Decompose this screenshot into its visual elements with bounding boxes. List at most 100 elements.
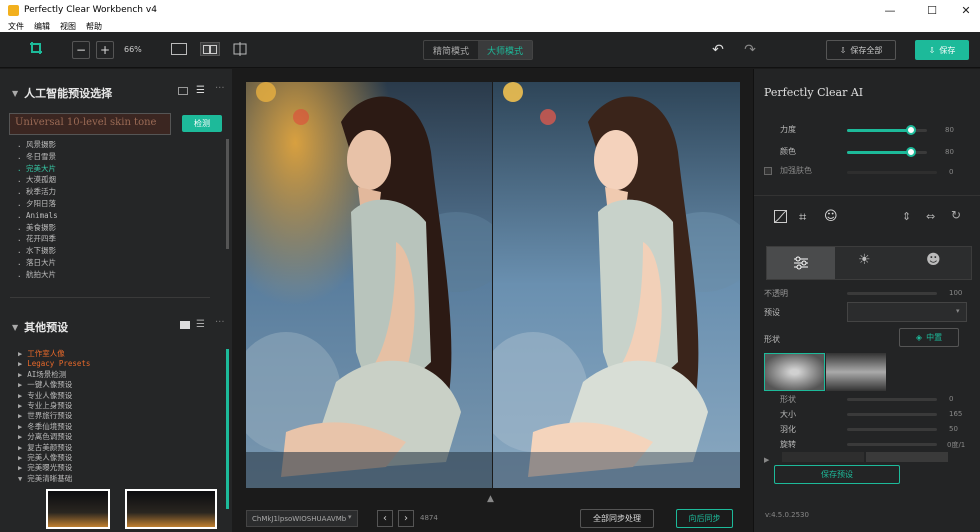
other-preset-item[interactable]: ▶ 专业上身预设 <box>18 401 218 411</box>
detect-button[interactable]: 检测 <box>182 115 222 132</box>
dropdown-arrow-icon[interactable]: ▾ <box>348 513 352 521</box>
menu-help[interactable]: 帮助 <box>86 21 102 32</box>
other-section-header[interactable]: ▼ 其他预设 <box>12 319 68 335</box>
mode-master-tab[interactable]: 大师模式 <box>478 41 532 59</box>
save-preset-button[interactable]: 保存预设 <box>774 465 900 484</box>
original-photo[interactable] <box>246 82 492 488</box>
redo-icon[interactable]: ↷ <box>742 42 758 58</box>
menu-edit[interactable]: 编辑 <box>34 21 50 32</box>
ai-preset-item[interactable]: . 大漠孤烟 <box>17 174 217 186</box>
grid-view-icon[interactable] <box>178 87 188 95</box>
filmstrip-toggle-icon[interactable]: ▲ <box>487 494 494 504</box>
ai-preset-item[interactable]: . 花开四季 <box>17 233 217 245</box>
collapsed-triangle-icon[interactable]: ▶ <box>18 454 22 462</box>
tree-scrollbar[interactable] <box>226 349 229 509</box>
collapsed-triangle-icon[interactable]: ▶ <box>18 371 22 379</box>
more-icon[interactable]: ··· <box>215 317 225 328</box>
ai-preset-item[interactable]: . 风景摄影 <box>17 139 217 151</box>
grid-view-icon[interactable] <box>180 321 190 329</box>
enhance-skin-checkbox[interactable] <box>764 167 772 175</box>
preset-search-input[interactable]: Universal 10-level skin tone <box>9 113 171 135</box>
next-image-button[interactable]: › <box>398 510 414 527</box>
prev-image-button[interactable]: ‹ <box>377 510 393 527</box>
corrected-photo[interactable] <box>493 82 740 488</box>
sync-all-button[interactable]: 全部同步处理 <box>580 509 654 528</box>
split-view-icon[interactable] <box>200 42 220 56</box>
center-button[interactable]: ◈ 中置 <box>899 328 959 347</box>
other-preset-item[interactable]: ▶ 复古美颜预设 <box>18 443 218 453</box>
other-preset-item[interactable]: ▼ 完美清晰基础 <box>18 474 218 484</box>
other-preset-item[interactable]: ▶ 世界旅行预设 <box>18 411 218 421</box>
crop-icon[interactable]: ⌗ <box>799 210 806 225</box>
menu-file[interactable]: 文件 <box>8 21 24 32</box>
other-preset-item[interactable]: ▶ Legacy Presets <box>18 359 218 369</box>
rotate-slider[interactable] <box>847 443 937 446</box>
enhance-skin-slider[interactable] <box>847 171 937 174</box>
shape-ellipse-option[interactable] <box>764 353 825 391</box>
preset-thumbnail[interactable] <box>125 489 217 529</box>
ai-preset-item[interactable]: . 冬日雪景 <box>17 151 217 163</box>
ai-preset-item[interactable]: . 落日大片 <box>17 257 217 269</box>
opacity-slider[interactable] <box>847 292 937 295</box>
minimize-button[interactable]: — <box>872 0 908 20</box>
list-view-icon[interactable]: ☰ <box>196 319 205 330</box>
collapse-triangle-icon[interactable]: ▼ <box>12 323 18 332</box>
strength-knob[interactable] <box>906 125 916 135</box>
curves-icon[interactable] <box>774 210 787 226</box>
ai-preset-item[interactable]: . 夕阳日落 <box>17 198 217 210</box>
mode-segment[interactable] <box>866 452 948 462</box>
preset-select[interactable] <box>847 302 967 322</box>
collapsed-triangle-icon[interactable]: ▶ <box>18 350 22 358</box>
collapsed-triangle-icon[interactable]: ▶ <box>18 402 22 410</box>
mode-fine-tab[interactable]: 精简模式 <box>424 41 478 59</box>
other-preset-item[interactable]: ▶ 专业人像预设 <box>18 391 218 401</box>
close-button[interactable]: ✕ <box>948 0 980 20</box>
face-icon[interactable]: ☺ <box>824 209 838 224</box>
rotate-icon[interactable]: ↻ <box>951 208 961 222</box>
save-button[interactable]: ⇩ 保存 <box>915 40 969 60</box>
color-knob[interactable] <box>906 147 916 157</box>
zoom-out-button[interactable]: − <box>72 41 90 59</box>
collapsed-triangle-icon[interactable]: ▶ <box>18 423 22 431</box>
ai-preset-item[interactable]: . 航拍大片 <box>17 269 217 281</box>
flip-horizontal-icon[interactable]: ⇔ <box>926 210 935 223</box>
crop-logo-icon[interactable] <box>28 40 44 56</box>
zoom-in-button[interactable]: + <box>96 41 114 59</box>
size-slider[interactable] <box>847 413 937 416</box>
skin-tab-icon[interactable]: ☀ <box>858 252 871 268</box>
collapsed-triangle-icon[interactable]: ▶ <box>18 433 22 441</box>
ai-preset-item[interactable]: . 完美大片 <box>17 163 217 175</box>
face-tab-icon[interactable]: ☻ <box>926 252 941 268</box>
other-preset-item[interactable]: ▶ AI场景检测 <box>18 370 218 380</box>
collapsed-triangle-icon[interactable]: ▶ <box>18 381 22 389</box>
file-select[interactable]: ChMkJ1lpsoWIOSHUAAVMb <box>246 510 358 527</box>
more-icon[interactable]: ··· <box>215 83 225 94</box>
collapsed-triangle-icon[interactable]: ▶ <box>18 464 22 472</box>
ai-preset-item[interactable]: . 水下摄影 <box>17 245 217 257</box>
collapsed-triangle-icon[interactable]: ▶ <box>18 360 22 368</box>
sync-back-button[interactable]: 向后同步 <box>676 509 733 528</box>
mode-segment[interactable] <box>782 452 864 462</box>
menu-view[interactable]: 视图 <box>60 21 76 32</box>
preset-thumbnail[interactable] <box>46 489 110 529</box>
tree-scrollbar[interactable] <box>226 139 229 249</box>
collapsed-triangle-icon[interactable]: ▶ <box>18 444 22 452</box>
collapse-triangle-icon[interactable]: ▼ <box>12 89 18 98</box>
save-all-button[interactable]: ⇩ 保存全部 <box>826 40 896 60</box>
other-preset-item[interactable]: ▶ 冬季仙境预设 <box>18 422 218 432</box>
expand-triangle-icon[interactable]: ▶ <box>764 456 769 464</box>
ai-preset-item[interactable]: . 美食摄影 <box>17 222 217 234</box>
shape-param-slider[interactable] <box>847 398 937 401</box>
flip-vertical-icon[interactable]: ⇕ <box>902 210 911 223</box>
adjust-tab[interactable] <box>767 247 835 279</box>
ai-section-header[interactable]: ▼ 人工智能预设选择 <box>12 85 112 101</box>
feather-slider[interactable] <box>847 428 937 431</box>
dropdown-arrow-icon[interactable]: ▾ <box>956 307 960 315</box>
ai-preset-item[interactable]: . 秋季活力 <box>17 186 217 198</box>
expanded-triangle-icon[interactable]: ▼ <box>18 475 22 483</box>
other-preset-item[interactable]: ▶ 分离色调预设 <box>18 432 218 442</box>
other-preset-item[interactable]: ▶ 工作室人像 <box>18 349 218 359</box>
undo-icon[interactable]: ↶ <box>710 42 726 58</box>
list-view-icon[interactable]: ☰ <box>196 85 205 96</box>
collapsed-triangle-icon[interactable]: ▶ <box>18 412 22 420</box>
